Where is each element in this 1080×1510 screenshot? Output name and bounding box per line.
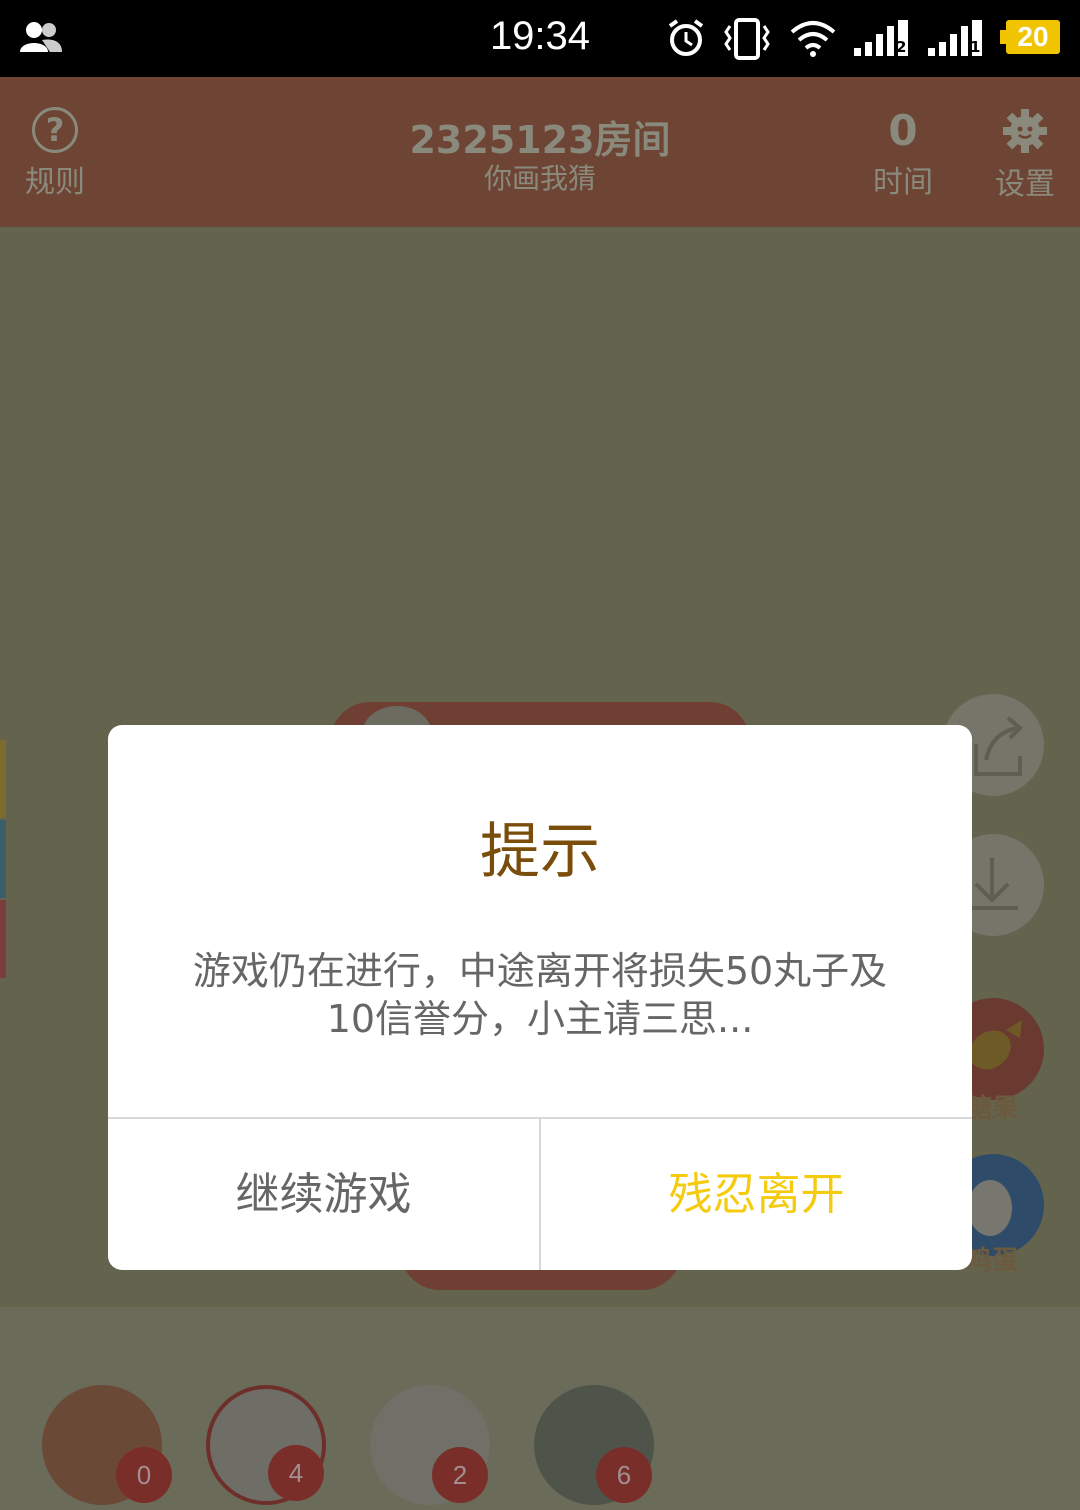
continue-game-button[interactable]: 继续游戏	[108, 1119, 539, 1270]
dialog-message-line2: 10信誉分，小主请三思...	[326, 997, 754, 1041]
settings-label: 设置	[995, 167, 1055, 202]
player-score: 2	[432, 1447, 488, 1503]
sim1-label: 1	[970, 38, 981, 56]
color-tab-red[interactable]	[0, 900, 6, 978]
egg-label: 鸡蛋	[966, 1246, 1019, 1276]
settings-button[interactable]: 设置	[990, 107, 1060, 203]
alarm-icon	[668, 19, 704, 56]
player-score: 4	[268, 1445, 324, 1501]
status-bar: 19:34 2 1 20	[0, 0, 1080, 77]
wifi-icon	[790, 21, 836, 57]
player-avatar[interactable]: 4	[206, 1385, 326, 1505]
timer-label: 时间	[873, 165, 933, 200]
battery-icon: 20	[1000, 20, 1060, 54]
player-score: 0	[116, 1447, 172, 1503]
sim2-label: 2	[896, 38, 907, 56]
color-tab-yellow[interactable]	[0, 740, 6, 818]
leave-confirm-dialog: 提示 游戏仍在进行，中途离开将损失50丸子及 10信誉分，小主请三思... 继续…	[108, 725, 972, 1270]
gear-icon	[1003, 109, 1047, 153]
timer: 0 时间	[862, 107, 944, 201]
dialog-message-line1: 游戏仍在进行，中途离开将损失50丸子及	[192, 949, 888, 993]
color-tab-blue[interactable]	[0, 820, 6, 898]
status-clock: 19:34	[489, 14, 591, 58]
candy-label: 糖果	[966, 1094, 1019, 1124]
timer-value: 0	[888, 106, 918, 155]
player-score: 6	[596, 1447, 652, 1503]
dialog-message: 游戏仍在进行，中途离开将损失50丸子及 10信誉分，小主请三思...	[148, 947, 932, 1043]
room-header: ? 规则 2325123房间 你画我猜 0 时间 设置	[0, 77, 1080, 227]
player-avatar[interactable]: 6	[534, 1385, 654, 1505]
player-avatar[interactable]: 2	[370, 1385, 490, 1505]
dialog-title: 提示	[480, 817, 600, 887]
player-avatar[interactable]: 0	[42, 1385, 172, 1505]
leave-game-button[interactable]: 残忍离开	[541, 1119, 972, 1270]
vibrate-icon	[724, 18, 770, 60]
